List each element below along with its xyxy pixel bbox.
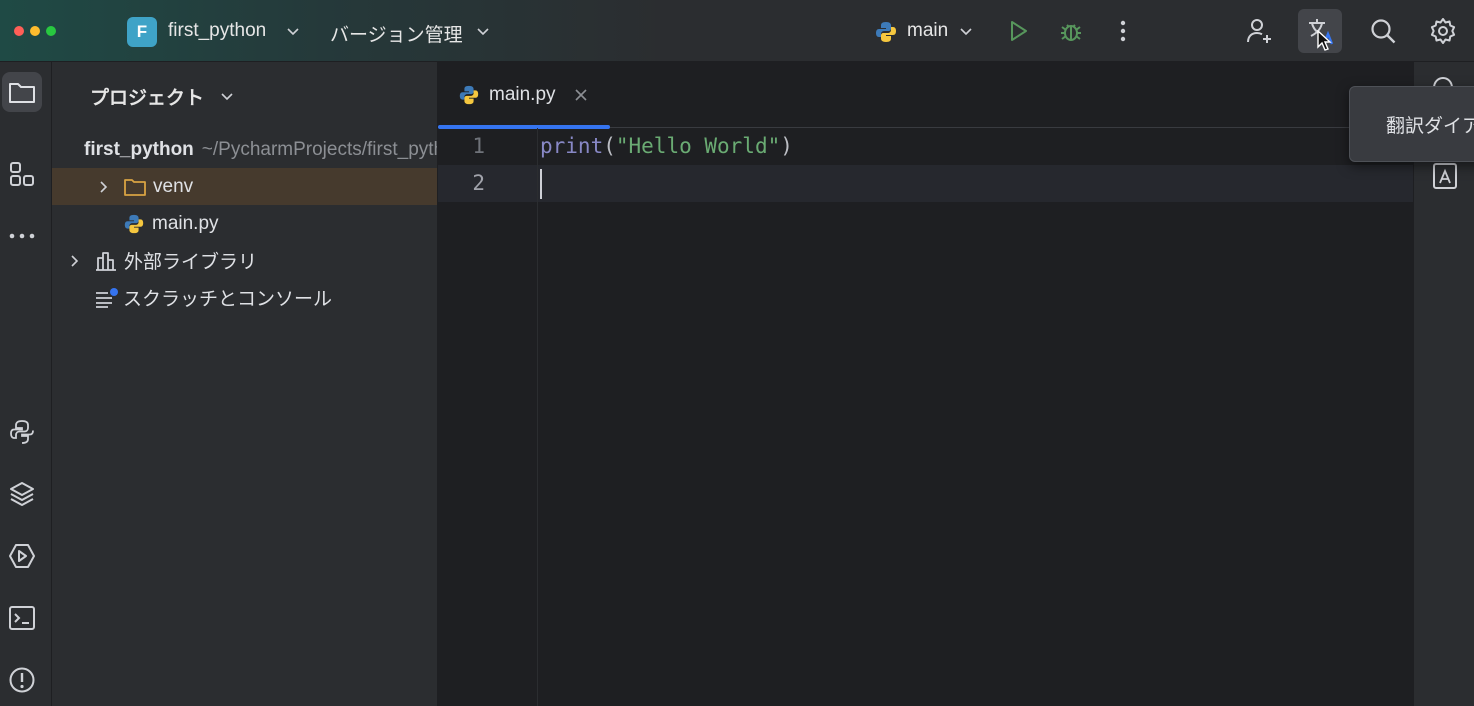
- tree-label: スクラッチとコンソール: [123, 289, 333, 310]
- scratches-icon: [96, 287, 118, 308]
- python-file-icon: [459, 85, 479, 105]
- close-icon[interactable]: [574, 88, 588, 102]
- chevron-right-icon[interactable]: [66, 253, 82, 269]
- more-icon[interactable]: [1106, 14, 1140, 48]
- chevron-down-icon[interactable]: [218, 87, 236, 105]
- chevron-right-icon[interactable]: [95, 179, 111, 195]
- ai-assistant-icon[interactable]: [1432, 162, 1458, 190]
- terminal-icon[interactable]: [2, 598, 42, 638]
- tab-label: main.py: [489, 84, 556, 105]
- code-function: print: [540, 134, 604, 158]
- close-window-button[interactable]: [14, 26, 24, 36]
- library-icon: [96, 251, 116, 271]
- minimize-window-button[interactable]: [30, 26, 40, 36]
- tree-row-external-libraries[interactable]: 外部ライブラリ: [52, 242, 437, 279]
- project-panel-title-label: プロジェクト: [90, 88, 205, 109]
- tree-row-venv[interactable]: venv: [52, 168, 437, 205]
- tool-window-strip: [0, 62, 52, 706]
- editor-tab-bar: main.py: [438, 62, 1413, 129]
- line-number: 1: [472, 134, 485, 158]
- chevron-down-icon[interactable]: [957, 22, 975, 40]
- text-caret: [540, 169, 542, 199]
- window-controls: [14, 26, 56, 36]
- tree-path: ~/PycharmProjects/first_python: [201, 138, 437, 160]
- title-bar: F first_python バージョン管理 main: [0, 0, 1474, 62]
- code-paren: ): [780, 134, 793, 158]
- problems-icon[interactable]: [2, 660, 42, 700]
- tree-row-main-py[interactable]: main.py: [52, 205, 437, 242]
- services-icon[interactable]: [2, 536, 42, 576]
- current-line-highlight: [438, 165, 1413, 202]
- structure-icon[interactable]: [2, 154, 42, 194]
- tree-label: venv: [153, 175, 194, 197]
- debug-icon[interactable]: [1054, 14, 1088, 48]
- chevron-down-icon[interactable]: [474, 22, 492, 40]
- settings-icon[interactable]: [1426, 14, 1460, 48]
- folder-icon[interactable]: [2, 72, 42, 112]
- translate-tooltip: 翻訳ダイアログ: [1349, 86, 1474, 162]
- vcs-dropdown[interactable]: バージョン管理: [330, 20, 463, 47]
- line-number-gutter: 1 2: [438, 128, 538, 706]
- tab-main-py[interactable]: main.py: [438, 62, 610, 129]
- editor-area: main.py 1 2 print("Hello World"): [438, 62, 1413, 706]
- tooltip-text: 翻訳ダイアログ: [1386, 116, 1474, 137]
- project-name-dropdown[interactable]: first_python: [168, 20, 266, 42]
- code-paren: (: [603, 134, 616, 158]
- more-tools-icon[interactable]: [2, 216, 42, 256]
- project-panel: プロジェクト first_python ~/PycharmProjects/fi…: [52, 62, 438, 706]
- python-file-icon: [124, 214, 144, 233]
- tree-row-scratches[interactable]: スクラッチとコンソール: [52, 279, 437, 316]
- chevron-down-icon[interactable]: [284, 22, 302, 40]
- run-config-dropdown[interactable]: main: [907, 20, 948, 42]
- tree-label: first_python: [84, 138, 194, 160]
- layers-icon[interactable]: [2, 474, 42, 514]
- mouse-cursor-icon: [1317, 30, 1332, 51]
- code-line[interactable]: print("Hello World"): [540, 134, 793, 158]
- tree-row-project-root[interactable]: first_python ~/PycharmProjects/first_pyt…: [52, 131, 437, 168]
- project-badge[interactable]: F: [127, 17, 157, 47]
- python-console-icon[interactable]: [2, 412, 42, 452]
- code-string: "Hello World": [615, 134, 781, 158]
- folder-icon: [124, 178, 146, 196]
- search-icon[interactable]: [1366, 14, 1400, 48]
- tree-label: main.py: [152, 212, 219, 234]
- tree-label: 外部ライブラリ: [124, 252, 258, 273]
- zoom-window-button[interactable]: [46, 26, 56, 36]
- line-number: 2: [472, 171, 485, 195]
- python-icon: [876, 22, 896, 42]
- run-icon[interactable]: [1001, 14, 1035, 48]
- project-panel-title[interactable]: プロジェクト: [90, 83, 204, 110]
- add-user-icon[interactable]: [1242, 14, 1276, 48]
